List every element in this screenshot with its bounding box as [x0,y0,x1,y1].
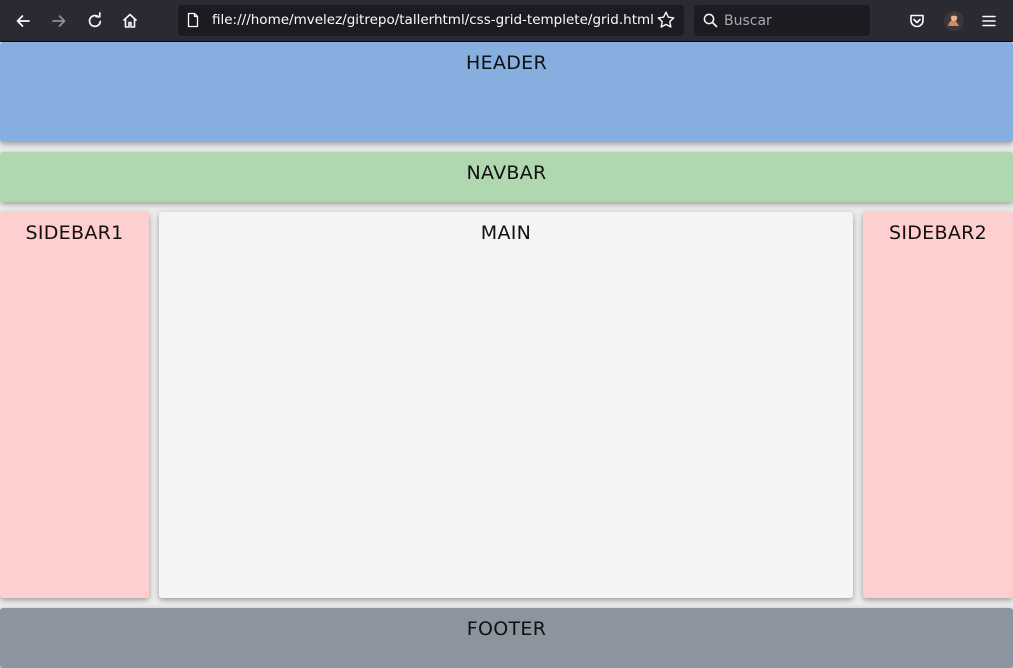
menu-button[interactable] [973,5,1005,37]
sidebar1-area: SIDEBAR1 [0,212,149,598]
back-button[interactable] [7,5,39,37]
home-icon [122,13,138,28]
forward-arrow-icon [52,15,66,27]
hamburger-menu-icon [982,15,996,27]
back-arrow-icon [16,15,30,27]
search-bar[interactable] [694,5,870,36]
pocket-button[interactable] [901,5,933,37]
sidebar1-label: SIDEBAR1 [25,222,124,244]
navbar-area: NAVBAR [0,152,1013,202]
sidebar2-label: SIDEBAR2 [888,222,988,244]
main-label: MAIN [480,222,532,244]
navbar-label: NAVBAR [466,162,547,184]
home-button[interactable] [114,5,146,37]
reload-icon [88,12,102,28]
footer-area: FOOTER [0,608,1013,668]
header-area: HEADER [0,42,1013,142]
url-text[interactable]: file:///home/mvelez/gitrepo/tallerhtml/c… [212,5,654,36]
search-icon [703,13,718,28]
browser-toolbar: file:///home/mvelez/gitrepo/tallerhtml/c… [0,0,1013,42]
profile-avatar-icon[interactable] [944,11,964,31]
search-input[interactable] [724,5,864,36]
pocket-icon [910,14,924,28]
forward-button[interactable] [43,5,75,37]
footer-label: FOOTER [466,618,547,640]
page-icon [187,12,199,28]
header-label: HEADER [466,52,547,74]
sidebar2-area: SIDEBAR2 [863,212,1013,598]
url-bar[interactable]: file:///home/mvelez/gitrepo/tallerhtml/c… [178,5,684,36]
reload-button[interactable] [79,5,111,37]
main-area: MAIN [159,212,853,598]
bookmark-star-icon[interactable] [656,10,676,30]
